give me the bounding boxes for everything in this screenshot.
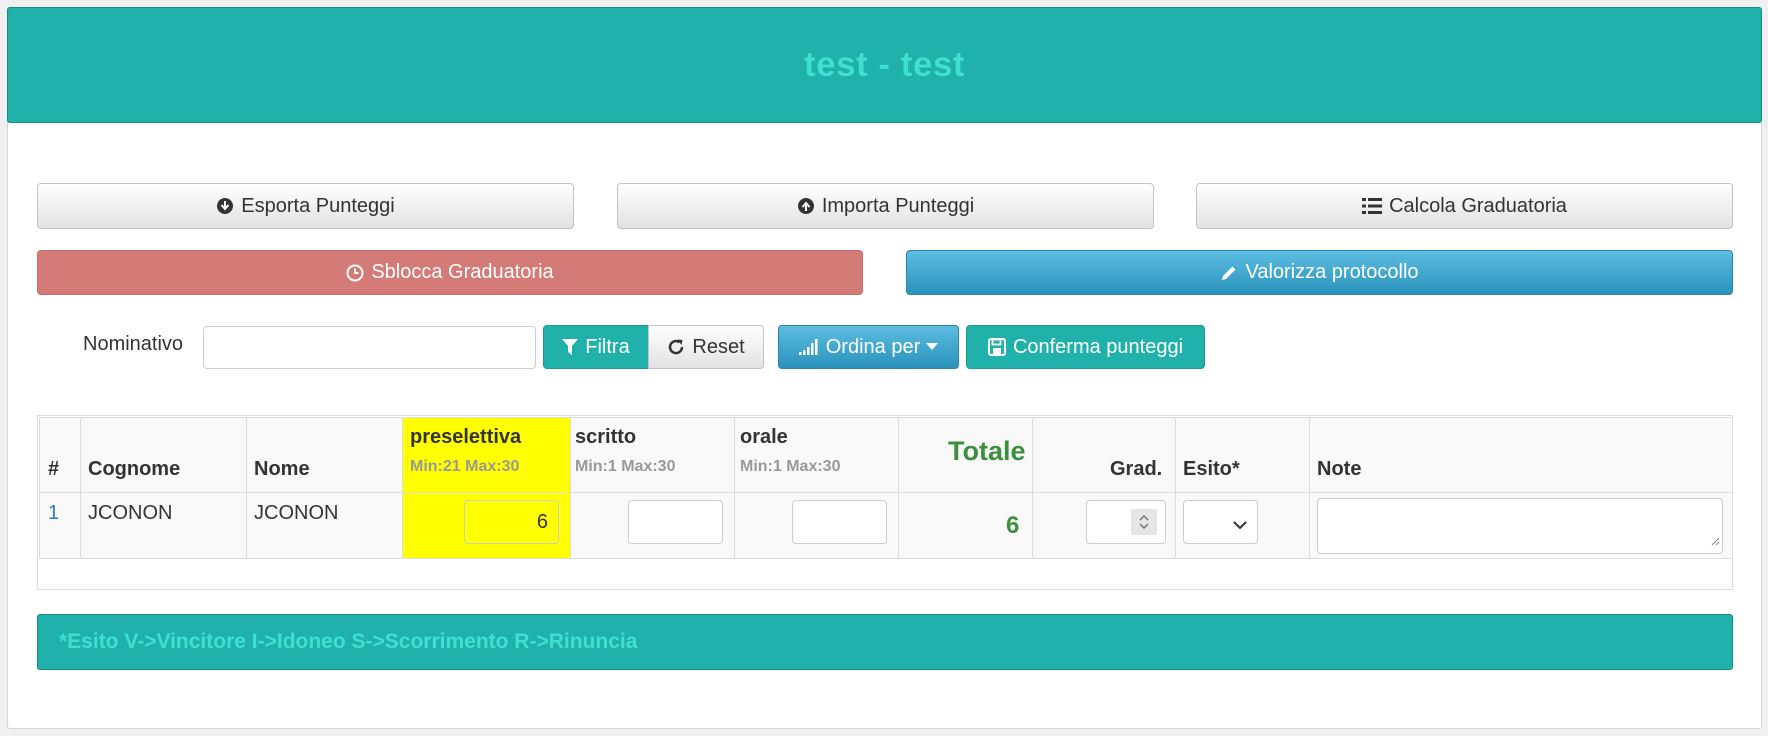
pencil-icon bbox=[1220, 264, 1238, 282]
esporta-punteggi-button[interactable]: Esporta Punteggi bbox=[37, 183, 574, 229]
row-nome: JCONON bbox=[254, 502, 339, 524]
calcola-graduatoria-button[interactable]: Calcola Graduatoria bbox=[1196, 183, 1733, 229]
header-preselettiva: preselettiva bbox=[410, 426, 522, 448]
header-orale: orale bbox=[740, 426, 788, 448]
esito-legend-text: *Esito V->Vincitore I->Idoneo S->Scorrim… bbox=[59, 630, 638, 653]
sblocca-graduatoria-button[interactable]: Sblocca Graduatoria bbox=[37, 250, 863, 295]
punteggi-table-container: # Cognome Nome preselettiva Min:21 Max:3… bbox=[37, 415, 1733, 590]
download-circle-icon bbox=[216, 197, 234, 215]
header-note: Note bbox=[1317, 458, 1362, 480]
resize-handle-icon[interactable] bbox=[1710, 533, 1720, 551]
header-nome: Nome bbox=[254, 458, 310, 480]
header-index: # bbox=[48, 458, 60, 480]
esporta-punteggi-label: Esporta Punteggi bbox=[241, 194, 395, 217]
valorizza-protocollo-button[interactable]: Valorizza protocollo bbox=[906, 250, 1733, 295]
conferma-punteggi-button[interactable]: Conferma punteggi bbox=[966, 325, 1205, 369]
filtra-label: Filtra bbox=[585, 335, 630, 358]
caret-down-icon bbox=[926, 343, 939, 351]
header-cognome: Cognome bbox=[88, 458, 181, 480]
row-index-link[interactable]: 1 bbox=[48, 502, 59, 525]
header-orale-range: Min:1 Max:30 bbox=[740, 458, 841, 475]
page-header: test - test bbox=[7, 7, 1762, 123]
row-cognome: JCONON bbox=[88, 502, 173, 524]
upload-circle-icon bbox=[797, 197, 815, 215]
ordina-per-label: Ordina per bbox=[825, 335, 921, 358]
header-grad: Grad. bbox=[1110, 458, 1163, 480]
punteggi-table: # Cognome Nome preselettiva Min:21 Max:3… bbox=[39, 417, 1733, 559]
importa-punteggi-button[interactable]: Importa Punteggi bbox=[617, 183, 1154, 229]
note-textarea[interactable] bbox=[1317, 498, 1723, 554]
importa-punteggi-label: Importa Punteggi bbox=[821, 194, 975, 217]
filtra-button[interactable]: Filtra bbox=[543, 325, 649, 369]
header-totale: Totale bbox=[948, 436, 1026, 466]
header-preselettiva-range: Min:21 Max:30 bbox=[410, 458, 520, 475]
clock-icon bbox=[346, 264, 364, 282]
signal-bars-icon bbox=[798, 339, 819, 355]
valorizza-protocollo-label: Valorizza protocollo bbox=[1245, 261, 1419, 283]
nominativo-label: Nominativo bbox=[83, 333, 184, 355]
calcola-graduatoria-label: Calcola Graduatoria bbox=[1389, 194, 1567, 217]
esito-select[interactable] bbox=[1183, 500, 1258, 544]
spinner-arrows-icon[interactable] bbox=[1131, 509, 1157, 535]
nominativo-input[interactable] bbox=[203, 326, 536, 369]
filter-icon bbox=[562, 338, 579, 356]
scritto-score-input[interactable] bbox=[628, 500, 723, 544]
header-scritto-range: Min:1 Max:30 bbox=[575, 458, 676, 475]
page-title: test - test bbox=[803, 45, 966, 84]
grad-number-input[interactable] bbox=[1086, 500, 1166, 544]
ordina-per-button[interactable]: Ordina per bbox=[778, 325, 959, 369]
sblocca-graduatoria-label: Sblocca Graduatoria bbox=[371, 261, 554, 283]
preselettiva-score-input[interactable] bbox=[464, 500, 559, 544]
row-totale: 6 bbox=[1006, 512, 1020, 539]
esito-legend: *Esito V->Vincitore I->Idoneo S->Scorrim… bbox=[37, 614, 1733, 670]
refresh-icon bbox=[667, 338, 685, 356]
header-scritto: scritto bbox=[575, 426, 637, 448]
chevron-down-icon bbox=[1233, 517, 1247, 535]
save-icon bbox=[987, 338, 1006, 356]
reset-label: Reset bbox=[692, 335, 745, 358]
orale-score-input[interactable] bbox=[792, 500, 887, 544]
header-esito: Esito* bbox=[1183, 458, 1240, 480]
reset-button[interactable]: Reset bbox=[648, 325, 764, 369]
list-icon bbox=[1362, 197, 1383, 215]
conferma-punteggi-label: Conferma punteggi bbox=[1012, 335, 1184, 358]
